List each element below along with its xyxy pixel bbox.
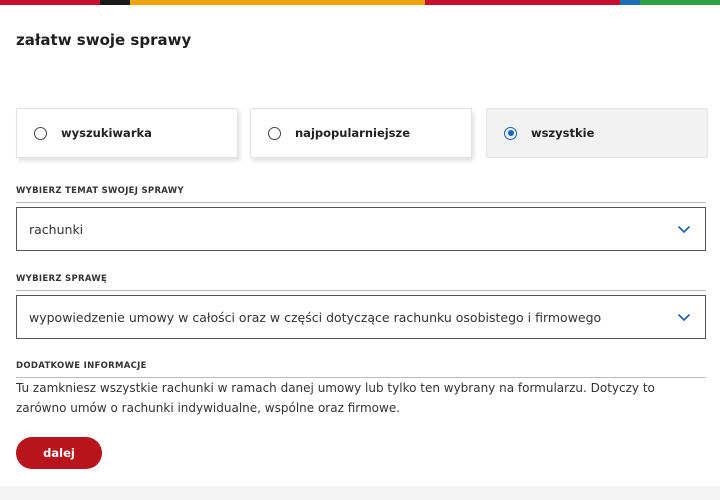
- page-title: załatw swoje sprawy: [16, 31, 192, 49]
- topic-select[interactable]: rachunki: [16, 207, 706, 251]
- additional-info-text: Tu zamkniesz wszystkie rachunki w ramach…: [16, 381, 655, 415]
- footer-band: [0, 486, 720, 500]
- mode-option-popular[interactable]: najpopularniejsze: [250, 108, 472, 158]
- brand-bar-segment: [100, 0, 130, 5]
- brand-bar-segment: [640, 0, 720, 5]
- radio-unchecked-icon[interactable]: [34, 126, 47, 140]
- brand-bar-segment: [130, 0, 425, 5]
- mode-option-label: wszystkie: [531, 126, 595, 140]
- radio-unchecked-icon[interactable]: [268, 126, 281, 140]
- brand-bar-segment: [425, 0, 620, 5]
- info-section-label: DODATKOWE INFORMACJE: [16, 361, 706, 378]
- chevron-down-icon: [677, 225, 691, 234]
- mode-option-label: wyszukiwarka: [61, 126, 152, 140]
- topic-select-value: rachunki: [29, 221, 84, 237]
- mode-option-all[interactable]: wszystkie: [486, 108, 708, 158]
- mode-option-label: najpopularniejsze: [295, 126, 411, 140]
- topic-section-label: WYBIERZ TEMAT SWOJEJ SPRAWY: [16, 186, 706, 203]
- chevron-down-icon: [677, 313, 691, 322]
- case-section-label: WYBIERZ SPRAWĘ: [16, 274, 706, 291]
- case-select[interactable]: wypowiedzenie umowy w całości oraz w czę…: [16, 295, 706, 339]
- radio-checked-icon[interactable]: [504, 126, 517, 140]
- case-select-value: wypowiedzenie umowy w całości oraz w czę…: [29, 309, 602, 325]
- next-button[interactable]: dalej: [16, 437, 102, 469]
- brand-bar-segment: [620, 0, 640, 5]
- brand-color-bar: [0, 0, 720, 5]
- brand-bar-segment: [0, 0, 100, 5]
- mode-option-search[interactable]: wyszukiwarka: [16, 108, 238, 158]
